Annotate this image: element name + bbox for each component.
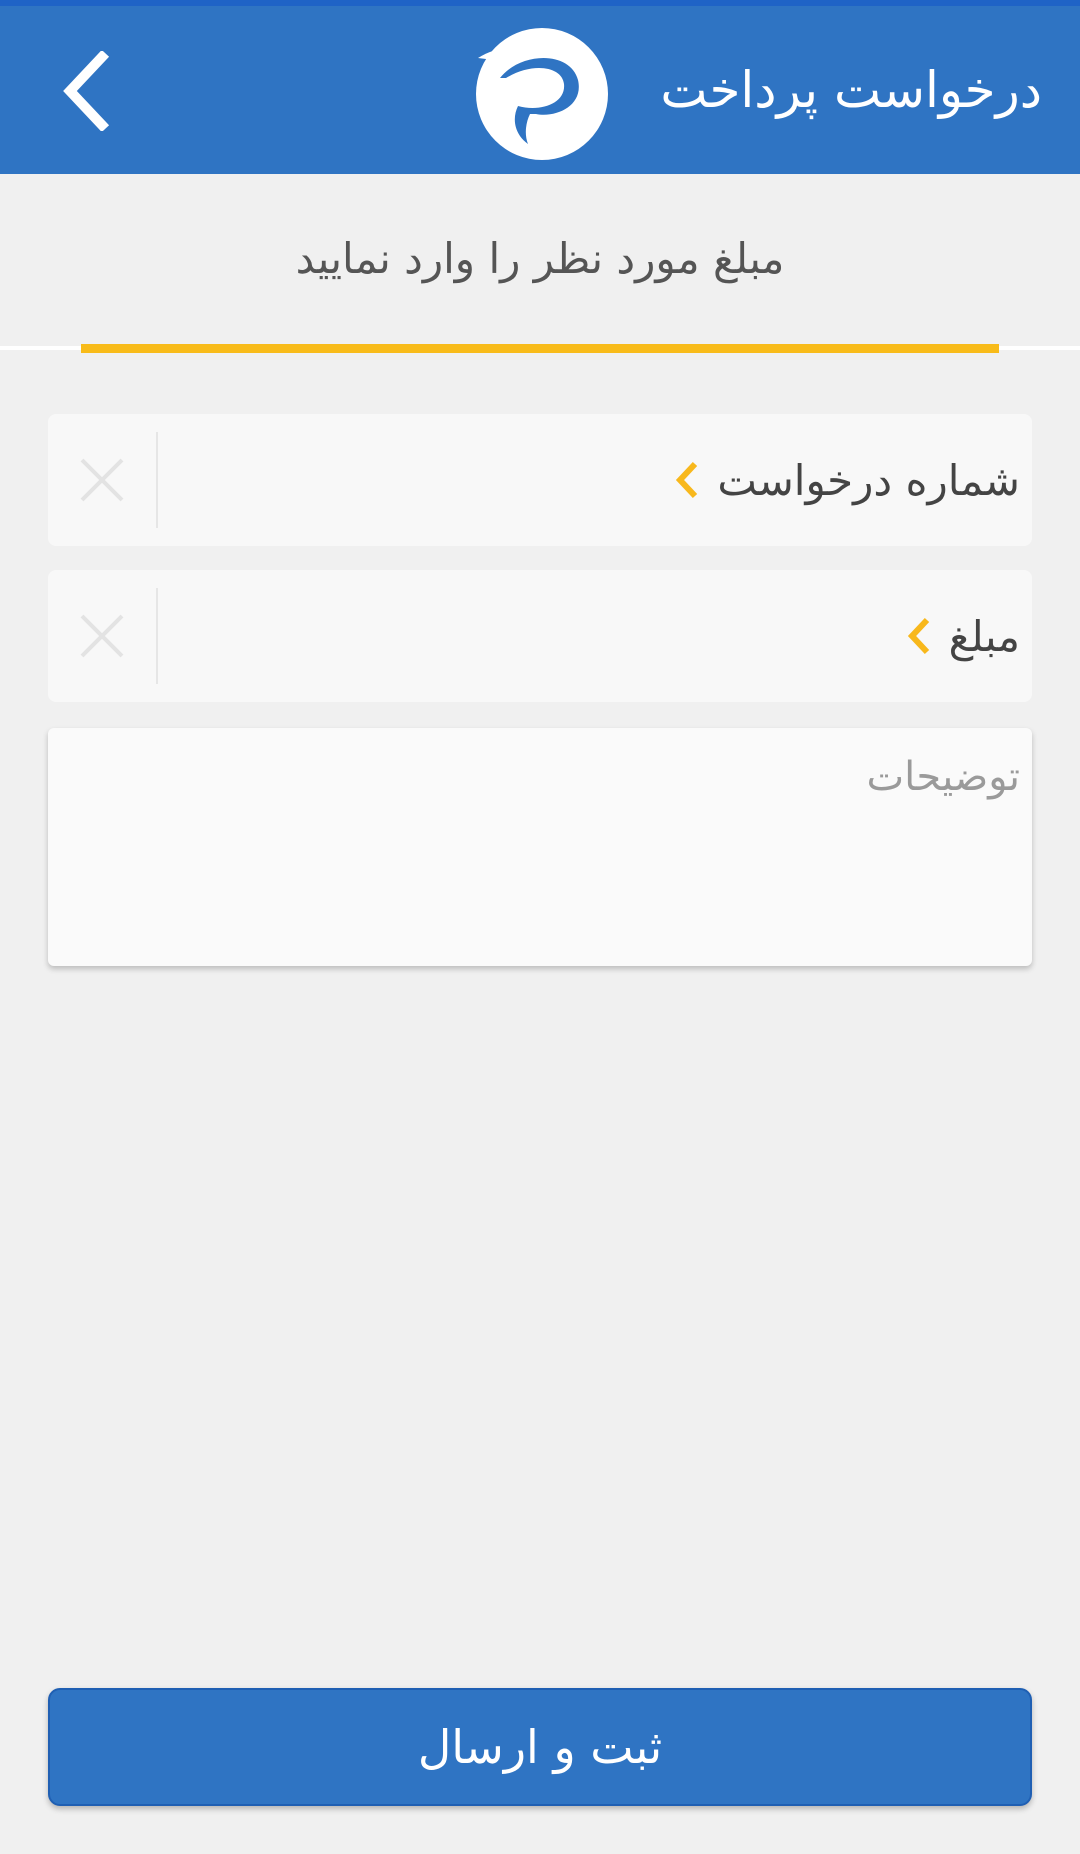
tab-bar: مبلغ مورد نظر را وارد نمایید bbox=[0, 174, 1080, 353]
description-textarea[interactable]: توضیحات bbox=[48, 728, 1032, 966]
field-divider bbox=[156, 588, 158, 684]
submit-button-label: ثبت و ارسال bbox=[417, 1720, 663, 1774]
app-logo-icon bbox=[470, 22, 610, 162]
chevron-left-icon bbox=[676, 461, 698, 499]
back-button[interactable] bbox=[40, 36, 130, 146]
chevron-left-icon bbox=[907, 617, 929, 655]
clear-amount-button[interactable] bbox=[72, 606, 132, 666]
page-title: درخواست پرداخت bbox=[660, 61, 1042, 119]
amount-label: مبلغ bbox=[948, 611, 1020, 661]
submit-button[interactable]: ثبت و ارسال bbox=[48, 1688, 1032, 1806]
tab-enter-amount[interactable]: مبلغ مورد نظر را وارد نمایید bbox=[0, 234, 1080, 283]
clear-request-number-button[interactable] bbox=[72, 450, 132, 510]
tab-active-indicator bbox=[81, 344, 999, 353]
field-divider bbox=[156, 432, 158, 528]
request-number-label: شماره درخواست bbox=[717, 455, 1020, 505]
close-icon bbox=[80, 458, 124, 502]
chevron-left-icon bbox=[63, 51, 110, 131]
description-placeholder: توضیحات bbox=[866, 754, 1021, 800]
request-number-field[interactable]: شماره درخواست bbox=[48, 414, 1032, 546]
amount-field[interactable]: مبلغ bbox=[48, 570, 1032, 702]
app-bar: درخواست پرداخت bbox=[0, 6, 1080, 174]
close-icon bbox=[80, 614, 124, 658]
